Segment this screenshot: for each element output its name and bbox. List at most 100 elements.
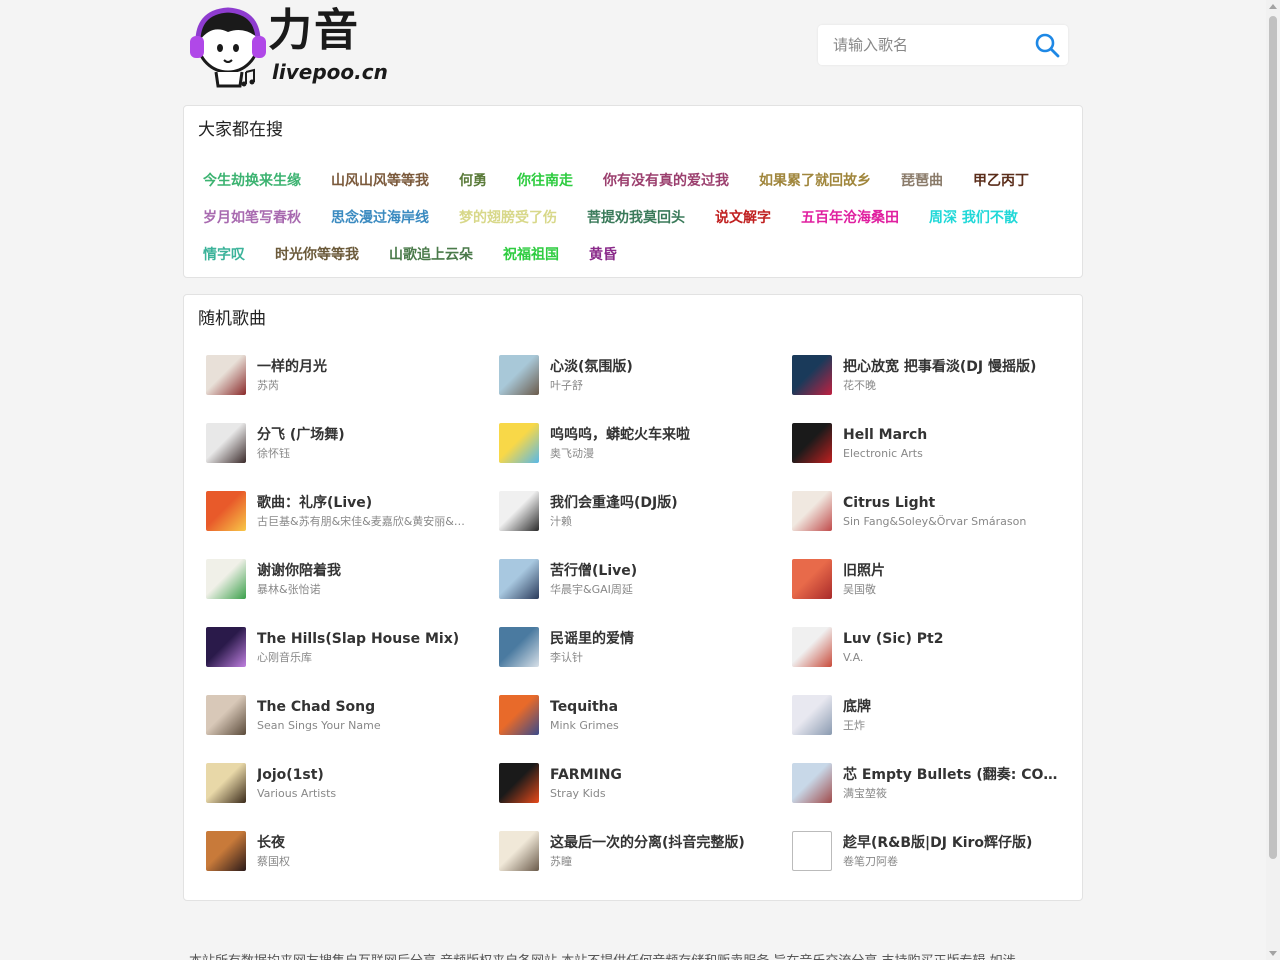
song-title[interactable]: 底牌 [843, 698, 1058, 716]
album-cover[interactable] [499, 491, 539, 531]
song-item[interactable]: 我们会重逢吗(DJ版) 汁赖 [499, 479, 792, 547]
hot-search-tag[interactable]: 山歌追上云朵 [389, 245, 473, 265]
song-item[interactable]: Jojo(1st) Various Artists [206, 751, 499, 819]
album-cover[interactable] [499, 423, 539, 463]
song-item[interactable]: 这最后一次的分离(抖音完整版) 苏瞳 [499, 819, 792, 887]
song-item[interactable]: Tequitha Mink Grimes [499, 683, 792, 751]
album-cover[interactable] [792, 491, 832, 531]
album-cover[interactable] [499, 763, 539, 803]
song-title[interactable]: 分飞 (广场舞) [257, 426, 472, 444]
search-button[interactable] [1026, 25, 1068, 65]
hot-search-tag[interactable]: 琵琶曲 [901, 171, 943, 191]
hot-search-tag[interactable]: 梦的翅膀受了伤 [459, 208, 557, 228]
song-item[interactable]: Luv (Sic) Pt2 V.A. [792, 615, 1076, 683]
song-title[interactable]: 呜呜呜，蟒蛇火车来啦 [550, 426, 765, 444]
hot-search-tag[interactable]: 五百年沧海桑田 [801, 208, 899, 228]
song-title[interactable]: Jojo(1st) [257, 766, 472, 784]
hot-search-tag[interactable]: 今生劫换来生缘 [203, 171, 301, 191]
album-cover[interactable] [792, 423, 832, 463]
song-title[interactable]: 苦行僧(Live) [550, 562, 765, 580]
album-cover[interactable] [792, 355, 832, 395]
song-title[interactable]: 心淡(氛围版) [550, 358, 765, 376]
song-title[interactable]: 一样的月光 [257, 358, 472, 376]
hot-search-tag[interactable]: 时光你等等我 [275, 245, 359, 265]
song-item[interactable]: 趁早(R&B版|DJ Kiro辉仔版) 卷笔刀阿卷 [792, 819, 1076, 887]
hot-search-tag[interactable]: 你往南走 [517, 171, 573, 191]
album-cover[interactable] [206, 559, 246, 599]
song-title[interactable]: 把心放宽 把事看淡(DJ 慢摇版) [843, 358, 1058, 376]
song-item[interactable]: The Hills(Slap House Mix) 心刚音乐库 [206, 615, 499, 683]
hot-search-tag[interactable]: 思念漫过海岸线 [331, 208, 429, 228]
album-cover[interactable] [206, 695, 246, 735]
album-cover[interactable] [206, 831, 246, 871]
song-item[interactable]: Citrus Light Sin Fang&Soley&Örvar Smáraso… [792, 479, 1076, 547]
hot-search-tag[interactable]: 情字叹 [203, 245, 245, 265]
hot-search-tag[interactable]: 甲乙丙丁 [973, 171, 1029, 191]
song-title[interactable]: 长夜 [257, 834, 472, 852]
album-cover[interactable] [206, 763, 246, 803]
hot-search-tag[interactable]: 何勇 [459, 171, 487, 191]
song-title[interactable]: The Hills(Slap House Mix) [257, 630, 472, 648]
song-item[interactable]: 歌曲：礼序(Live) 古巨基&苏有朋&宋佳&麦嘉欣&黄安丽&王紫璇&沙宝亮&周深 [206, 479, 499, 547]
song-title[interactable]: Tequitha [550, 698, 765, 716]
song-item[interactable]: 旧照片 吴国敬 [792, 547, 1076, 615]
hot-search-tag[interactable]: 菩提劝我莫回头 [587, 208, 685, 228]
song-item[interactable]: 把心放宽 把事看淡(DJ 慢摇版) 花不晚 [792, 343, 1076, 411]
hot-search-tag[interactable]: 祝福祖国 [503, 245, 559, 265]
song-title[interactable]: Citrus Light [843, 494, 1058, 512]
song-title[interactable]: 这最后一次的分离(抖音完整版) [550, 834, 765, 852]
song-title[interactable]: 谢谢你陪着我 [257, 562, 472, 580]
song-title[interactable]: 趁早(R&B版|DJ Kiro辉仔版) [843, 834, 1058, 852]
album-cover[interactable] [499, 831, 539, 871]
site-logo[interactable]: 力音 livepoo.cn [188, 2, 388, 88]
album-cover[interactable] [792, 763, 832, 803]
album-cover[interactable] [792, 559, 832, 599]
album-cover[interactable] [206, 423, 246, 463]
scroll-up-arrow-icon[interactable] [1269, 4, 1277, 9]
album-cover[interactable] [206, 627, 246, 667]
song-item[interactable]: 一样的月光 苏芮 [206, 343, 499, 411]
song-item[interactable]: 长夜 蔡国权 [206, 819, 499, 887]
album-cover[interactable] [792, 695, 832, 735]
song-item[interactable]: FARMING Stray Kids [499, 751, 792, 819]
album-cover[interactable] [792, 831, 832, 871]
album-cover[interactable] [206, 355, 246, 395]
hot-search-tag[interactable]: 周深 我们不散 [929, 208, 1018, 228]
hot-search-tag[interactable]: 如果累了就回故乡 [759, 171, 871, 191]
song-title[interactable]: FARMING [550, 766, 765, 784]
song-title[interactable]: 歌曲：礼序(Live) [257, 494, 472, 512]
scrollbar-thumb[interactable] [1269, 16, 1277, 859]
hot-search-tag[interactable]: 你有没有真的爱过我 [603, 171, 729, 191]
song-item[interactable]: 心淡(氛围版) 叶子舒 [499, 343, 792, 411]
song-title[interactable]: The Chad Song [257, 698, 472, 716]
song-artist: 古巨基&苏有朋&宋佳&麦嘉欣&黄安丽&王紫璇&沙宝亮&周深 [257, 515, 472, 528]
hot-search-tag[interactable]: 山风山风等等我 [331, 171, 429, 191]
song-title[interactable]: Luv (Sic) Pt2 [843, 630, 1058, 648]
song-item[interactable]: 民谣里的爱情 李认针 [499, 615, 792, 683]
album-cover[interactable] [499, 695, 539, 735]
hot-search-tag[interactable]: 岁月如笔写春秋 [203, 208, 301, 228]
song-item[interactable]: 苦行僧(Live) 华晨宇&GAI周延 [499, 547, 792, 615]
scroll-down-arrow-icon[interactable] [1269, 951, 1277, 956]
hot-search-tag[interactable]: 黄昏 [589, 245, 617, 265]
song-title[interactable]: 芯 Empty Bullets (翻奏: CORSAK胡梦周) [843, 766, 1058, 784]
album-cover[interactable] [499, 355, 539, 395]
hot-search-tag[interactable]: 说文解字 [715, 208, 771, 228]
song-item[interactable]: 芯 Empty Bullets (翻奏: CORSAK胡梦周) 满宝堃筱 [792, 751, 1076, 819]
song-item[interactable]: 分飞 (广场舞) 徐怀钰 [206, 411, 499, 479]
song-item[interactable]: 底牌 王炸 [792, 683, 1076, 751]
song-item[interactable]: 呜呜呜，蟒蛇火车来啦 奥飞动漫 [499, 411, 792, 479]
search-input[interactable] [818, 25, 1026, 65]
album-cover[interactable] [206, 491, 246, 531]
album-cover[interactable] [499, 627, 539, 667]
song-item[interactable]: 谢谢你陪着我 暴林&张怡诺 [206, 547, 499, 615]
page-scrollbar[interactable] [1266, 0, 1280, 960]
song-item[interactable]: Hell March Electronic Arts [792, 411, 1076, 479]
song-item[interactable]: The Chad Song Sean Sings Your Name [206, 683, 499, 751]
album-cover[interactable] [792, 627, 832, 667]
song-title[interactable]: 民谣里的爱情 [550, 630, 765, 648]
song-title[interactable]: 旧照片 [843, 562, 1058, 580]
song-title[interactable]: 我们会重逢吗(DJ版) [550, 494, 765, 512]
song-title[interactable]: Hell March [843, 426, 1058, 444]
album-cover[interactable] [499, 559, 539, 599]
